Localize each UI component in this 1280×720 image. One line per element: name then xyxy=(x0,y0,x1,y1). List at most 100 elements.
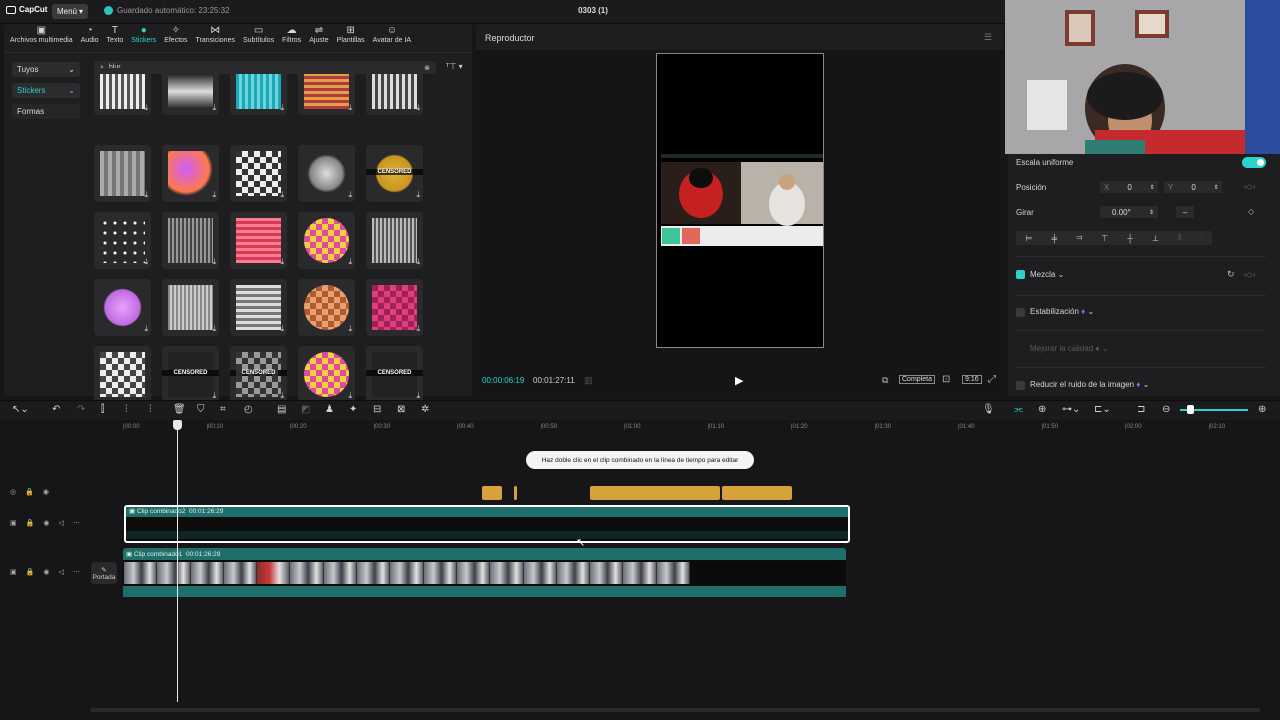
sidebar-item-tuyos[interactable]: Tuyos ⌄ xyxy=(12,62,80,77)
sticker-card[interactable]: ⤓ xyxy=(298,212,355,269)
keyframe-icon[interactable]: ◇ xyxy=(1248,207,1254,216)
sidebar-item-formas[interactable]: Formas xyxy=(12,104,80,119)
marker-icon[interactable]: ⛉ xyxy=(197,404,205,415)
preview-axis-icon[interactable]: ⊶⌄ xyxy=(1062,404,1080,415)
split-icon[interactable]: ⫿ xyxy=(101,404,104,415)
blend-checkbox[interactable] xyxy=(1016,270,1025,279)
download-icon[interactable]: ⤓ xyxy=(212,257,216,267)
sticker-clip[interactable] xyxy=(514,486,517,500)
download-icon[interactable]: ⤓ xyxy=(212,190,216,200)
sticker-card[interactable]: ⤓ xyxy=(230,279,287,336)
download-icon[interactable]: ⤓ xyxy=(416,324,420,334)
rotate-reset-button[interactable]: – xyxy=(1176,206,1194,218)
video-frame[interactable] xyxy=(656,53,824,348)
magnet-icon[interactable]: ⫘ xyxy=(1014,404,1023,415)
download-icon[interactable]: ⤓ xyxy=(280,257,284,267)
tab-ai-avatar[interactable]: ☺ Avatar de IA xyxy=(369,26,415,45)
sticker-card[interactable]: CENSORED ⤓ xyxy=(366,346,423,403)
tab-templates[interactable]: ⊞ Plantillas xyxy=(333,26,369,45)
more-icon[interactable]: ⋯ xyxy=(73,568,80,576)
clear-icon[interactable]: ⊗ xyxy=(424,64,430,72)
eye-icon[interactable]: ◉ xyxy=(43,488,49,496)
sticker-card[interactable] xyxy=(94,346,151,403)
download-icon[interactable]: ⤓ xyxy=(416,190,420,200)
download-icon[interactable]: ⤓ xyxy=(348,257,352,267)
download-icon[interactable]: ⤓ xyxy=(348,324,352,334)
align-left-icon[interactable]: ⊨ xyxy=(1026,234,1033,243)
download-icon[interactable]: ⤓ xyxy=(144,324,148,334)
zoom-fit-icon[interactable]: ⊡ xyxy=(942,374,950,385)
position-x-input[interactable]: X 0 ⇕ xyxy=(1100,181,1158,193)
split-right-icon[interactable]: ⫶ xyxy=(149,404,152,415)
split-left-icon[interactable]: ⫶ xyxy=(125,404,128,415)
fullscreen-preview-icon[interactable]: ⧉ xyxy=(882,375,888,386)
sticker-card[interactable]: ⤓ xyxy=(366,279,423,336)
play-button[interactable]: ▶ xyxy=(735,374,743,387)
reset-icon[interactable]: ↻ xyxy=(1227,269,1235,280)
sticker-clip[interactable] xyxy=(590,486,720,500)
tab-subtitles[interactable]: ▭ Subtítulos xyxy=(239,26,278,45)
tab-text[interactable]: T Texto xyxy=(103,26,128,45)
cutout-icon[interactable]: ♟ xyxy=(325,404,334,415)
timecode-format-icon[interactable]: ▥ xyxy=(584,375,593,386)
caption-icon[interactable]: ⊟ xyxy=(373,404,381,415)
tab-effects[interactable]: ✧ Efectos xyxy=(160,26,191,45)
sticker-card[interactable]: ⤓ xyxy=(162,279,219,336)
download-icon[interactable]: ⤓ xyxy=(348,190,352,200)
filter-button[interactable]: ᵀ⊤ ▾ xyxy=(446,62,463,71)
more-icon[interactable]: ⋯ xyxy=(73,519,80,527)
playhead[interactable] xyxy=(177,420,178,702)
download-icon[interactable]: ⤓ xyxy=(212,103,216,113)
rotate-input[interactable]: 0.00° ⇕ xyxy=(1100,206,1158,218)
download-icon[interactable]: ⤓ xyxy=(280,103,284,113)
tab-transitions[interactable]: ⋈ Transiciones xyxy=(192,26,239,45)
sticker-card[interactable]: ⤓ xyxy=(94,68,151,115)
stepper-icon[interactable]: ⇕ xyxy=(1150,184,1155,191)
stepper-icon[interactable]: ⇕ xyxy=(1214,184,1219,191)
snap-icon[interactable]: ⊏⌄ xyxy=(1094,404,1111,415)
keyframe-icon[interactable]: ‹◇› xyxy=(1244,270,1255,279)
crop-icon[interactable]: ⌗ xyxy=(220,404,226,415)
lock-icon[interactable]: 🔒 xyxy=(26,568,35,576)
lock-icon[interactable]: 🔒 xyxy=(25,488,34,496)
link-icon[interactable]: ⊕ xyxy=(1038,404,1046,415)
sticker-clip[interactable] xyxy=(482,486,502,500)
speed-icon[interactable]: ◴ xyxy=(244,404,253,415)
zoom-out-icon[interactable]: ⊖ xyxy=(1162,404,1170,415)
align-center-v-icon[interactable]: ┼ xyxy=(1127,234,1133,243)
sticker-card[interactable]: ⤓ xyxy=(366,68,423,115)
select-tool-icon[interactable]: ↖⌄ xyxy=(12,404,29,415)
zoom-in-icon[interactable]: ⊕ xyxy=(1258,404,1266,415)
download-icon[interactable]: ⤓ xyxy=(416,257,420,267)
distribute-v-icon[interactable]: ⫶ xyxy=(1200,233,1202,243)
sticker-card[interactable]: ⤓ xyxy=(162,145,219,202)
menu-button[interactable]: Menú ▾ xyxy=(52,4,88,19)
tab-media[interactable]: ▣ Archivos multimedia xyxy=(6,26,77,45)
sticker-card[interactable]: ⤓ xyxy=(162,212,219,269)
sticker-card[interactable]: CENSORED ⤓ xyxy=(230,346,287,403)
tab-stickers[interactable]: ● Stickers xyxy=(127,26,160,45)
eye-icon[interactable]: ◉ xyxy=(43,568,49,576)
fullscreen-icon[interactable]: ⤢ xyxy=(988,374,996,385)
quality-button[interactable]: Completa xyxy=(899,375,935,384)
reduce-noise-checkbox[interactable] xyxy=(1016,381,1025,390)
redo-icon[interactable]: ↷ xyxy=(77,404,85,415)
sticker-card[interactable]: ⤓ xyxy=(94,279,151,336)
magic-icon[interactable]: ✦ xyxy=(349,404,357,415)
sticker-clip[interactable] xyxy=(722,486,792,500)
eye-icon[interactable]: ◉ xyxy=(43,519,49,527)
download-icon[interactable]: ⤓ xyxy=(280,190,284,200)
sticker-card[interactable]: ⤓ xyxy=(162,68,219,115)
align-center-h-icon[interactable]: ╪ xyxy=(1052,234,1058,243)
sticker-card[interactable]: ⤓ xyxy=(366,212,423,269)
tab-audio[interactable]: ◔ Audio xyxy=(77,26,103,45)
player-menu-icon[interactable]: ☰ xyxy=(984,32,992,43)
sidebar-item-stickers[interactable]: Stickers ⌄ xyxy=(12,83,80,98)
microphone-icon[interactable]: 🎙 xyxy=(982,404,995,415)
position-y-input[interactable]: Y 0 ⇕ xyxy=(1164,181,1222,193)
audio-icon[interactable]: ◁ xyxy=(58,519,63,527)
sticker-card[interactable]: ⤓ xyxy=(298,279,355,336)
cover-button[interactable]: ✎ Portada xyxy=(91,562,117,584)
image-icon[interactable]: ⊠ xyxy=(397,404,405,415)
sticker-card[interactable]: ⤓ xyxy=(230,212,287,269)
